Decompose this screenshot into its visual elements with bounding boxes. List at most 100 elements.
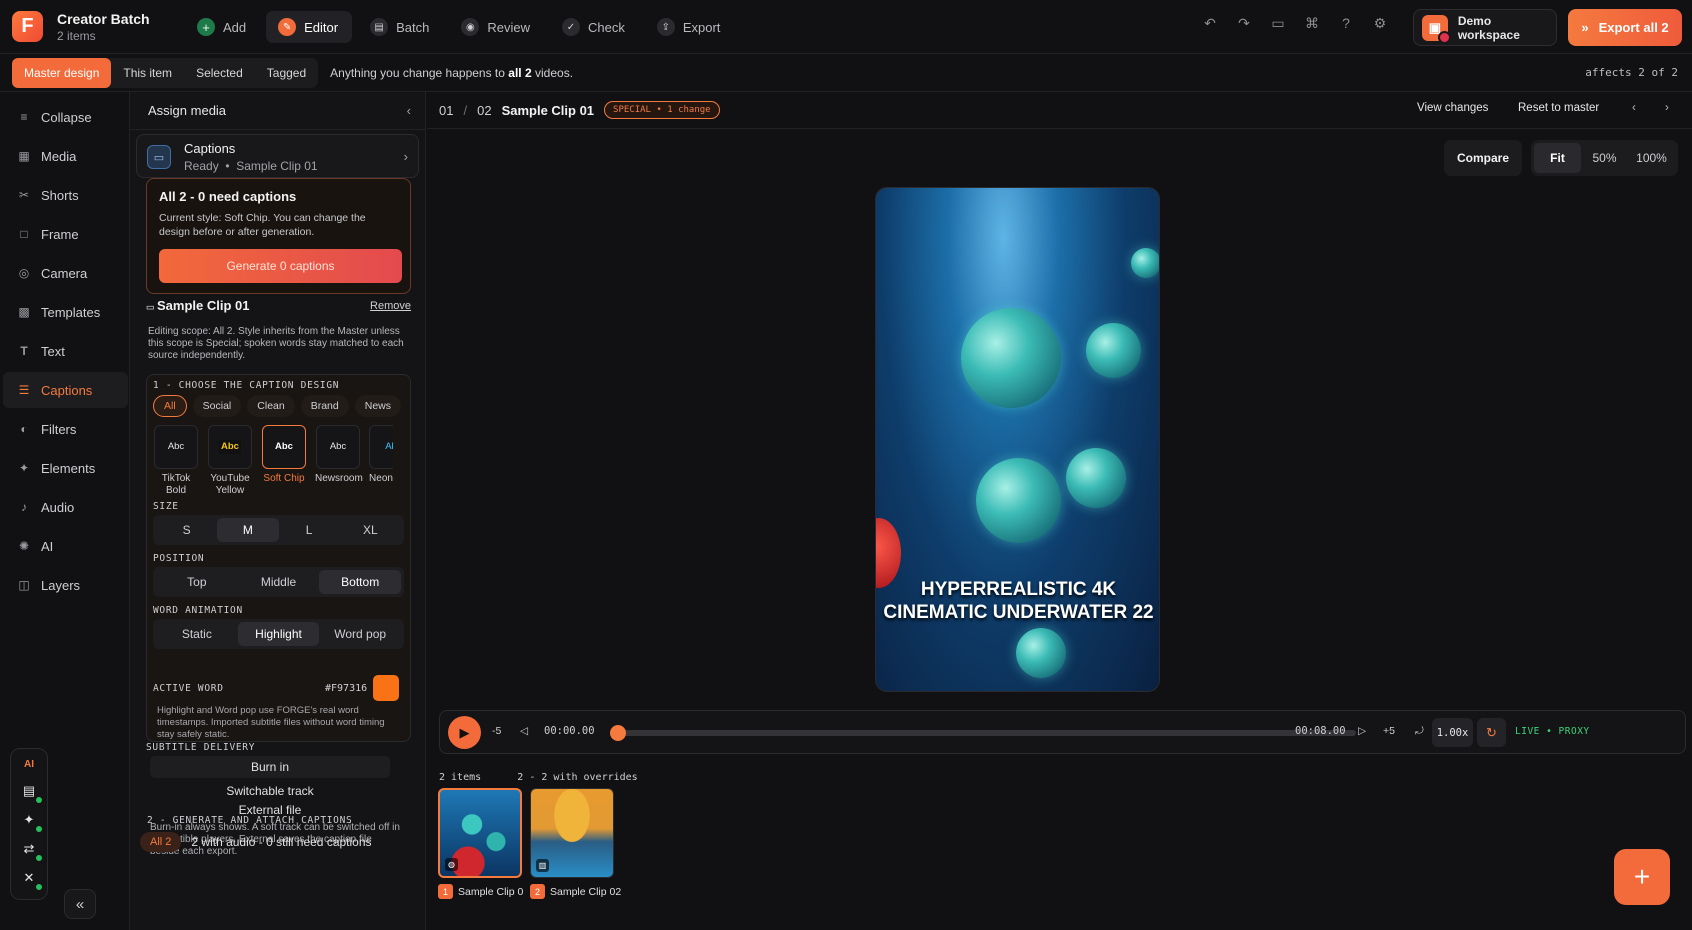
size-xl[interactable]: XL — [340, 518, 401, 542]
skip-back-button[interactable]: -5 — [492, 725, 501, 737]
scope-this-item[interactable]: This item — [111, 58, 184, 88]
zoom-50[interactable]: 50% — [1581, 143, 1628, 173]
generate-scope-chip[interactable]: All 2 — [140, 832, 182, 852]
prev-frame-icon[interactable]: ◁ — [520, 725, 528, 737]
sidebar-item-layers[interactable]: ◫ Layers — [3, 567, 128, 603]
style-soft-chip[interactable]: Abc Soft Chip — [261, 425, 307, 497]
sidebar-item-media[interactable]: ▦ Media — [3, 138, 128, 174]
tools-icon[interactable]: ✕ — [21, 870, 42, 890]
clip-thumbnail-2[interactable]: ▥ — [530, 788, 614, 878]
size-l[interactable]: L — [279, 518, 340, 542]
size-m[interactable]: M — [217, 518, 279, 542]
position-middle[interactable]: Middle — [238, 570, 320, 594]
clip-number: 2 — [530, 884, 545, 899]
style-neon[interactable]: Ab Neon — [369, 425, 393, 497]
playhead-handle[interactable] — [610, 725, 626, 741]
video-preview[interactable]: HYPERREALISTIC 4K CINEMATIC UNDERWATER 2… — [875, 187, 1160, 692]
animation-highlight[interactable]: Highlight — [237, 622, 320, 646]
generate-captions-button[interactable]: Generate 0 captions — [159, 249, 402, 283]
sidebar-item-collapse[interactable]: ≡ Collapse — [3, 99, 128, 135]
sidebar-item-frame[interactable]: □ Frame — [3, 216, 128, 252]
skip-forward-button[interactable]: +5 — [1383, 725, 1395, 737]
view-changes-button[interactable]: View changes — [1417, 102, 1488, 114]
chip-news[interactable]: News — [354, 395, 402, 417]
tab-batch-label: Batch — [396, 19, 430, 35]
sparkle-icon[interactable]: ✦ — [21, 812, 42, 832]
tab-add[interactable]: + Add — [185, 11, 260, 43]
animation-word-pop[interactable]: Word pop — [319, 622, 401, 646]
monitor-icon[interactable]: ▭ — [1268, 15, 1288, 32]
chip-clean[interactable]: Clean — [247, 395, 295, 417]
sidebar-item-text[interactable]: T Text — [3, 333, 128, 369]
sidebar-item-templates[interactable]: ▩ Templates — [3, 294, 128, 330]
scope-master-design[interactable]: Master design — [12, 58, 112, 88]
undo-icon[interactable]: ↶ — [1200, 15, 1220, 32]
sidebar-item-elements[interactable]: ✦ Elements — [3, 450, 128, 486]
clip-thumbnail-1[interactable]: ◍ — [438, 788, 522, 878]
size-s[interactable]: S — [156, 518, 217, 542]
next-frame-icon[interactable]: ▷ — [1358, 725, 1366, 737]
style-tiktok-bold[interactable]: Abc TikTok Bold — [153, 425, 199, 497]
microbe-shape — [1131, 248, 1159, 278]
add-fab-button[interactable]: + — [1614, 849, 1670, 905]
shuffle-icon[interactable]: ⇄ — [21, 841, 42, 861]
tab-review[interactable]: ◉ Review — [449, 11, 544, 43]
loop-icon[interactable]: ⤾ — [1415, 725, 1424, 738]
compare-button[interactable]: Compare — [1444, 140, 1522, 176]
animation-static[interactable]: Static — [156, 622, 238, 646]
gear-icon[interactable]: ⚙ — [1370, 15, 1390, 32]
chat-icon[interactable]: ▤ — [21, 783, 42, 803]
zoom-100[interactable]: 100% — [1628, 143, 1675, 173]
sidebar-item-filters[interactable]: ◐ Filters — [3, 411, 128, 447]
tab-check[interactable]: ✓ Check — [550, 11, 639, 43]
chip-brand[interactable]: Brand — [300, 395, 349, 417]
style-youtube-yellow[interactable]: Abc YouTube Yellow — [207, 425, 253, 497]
next-clip-icon[interactable]: › — [1665, 102, 1669, 114]
tab-editor[interactable]: ✎ Editor — [266, 11, 353, 43]
sidebar-item-label: Media — [41, 148, 77, 164]
sidebar-item-captions[interactable]: ☰ Captions — [3, 372, 128, 408]
speed-selector[interactable]: 1.00x — [1432, 718, 1473, 747]
generate-section-label: 2 - GENERATE AND ATTACH CAPTIONS — [147, 815, 353, 826]
style-name: Neon — [369, 473, 393, 484]
item-count: 2 items — [57, 28, 96, 43]
tab-editor-label: Editor — [304, 19, 339, 35]
templates-icon: ▩ — [18, 305, 30, 319]
delivery-burn-in[interactable]: Burn in — [150, 756, 390, 778]
special-badge[interactable]: SPECIAL • 1 change — [604, 101, 720, 119]
reset-to-master-button[interactable]: Reset to master — [1518, 102, 1599, 114]
sidebar-item-camera[interactable]: ◎ Camera — [3, 255, 128, 291]
position-top[interactable]: Top — [156, 570, 238, 594]
export-all-button[interactable]: » Export all 2 — [1568, 9, 1682, 46]
workspace-switcher[interactable]: ▣ Demo workspace — [1413, 9, 1557, 46]
timeline-track[interactable] — [616, 730, 1356, 736]
prev-clip-icon[interactable]: ‹ — [1632, 102, 1636, 114]
redo-icon[interactable]: ↷ — [1234, 15, 1254, 32]
chevron-left-icon[interactable]: ‹ — [407, 103, 411, 118]
sidebar-item-audio[interactable]: ♪ Audio — [3, 489, 128, 525]
remove-link[interactable]: Remove — [370, 300, 411, 312]
zoom-fit[interactable]: Fit — [1534, 143, 1581, 173]
sidebar-item-shorts[interactable]: ✂ Shorts — [3, 177, 128, 213]
sidebar-item-label: Shorts — [41, 187, 79, 203]
shortcuts-icon[interactable]: ⌘ — [1302, 15, 1322, 32]
position-bottom[interactable]: Bottom — [319, 570, 402, 594]
tab-batch[interactable]: ▤ Batch — [358, 11, 443, 43]
captions-card[interactable]: ▭ Captions Ready • Sample Clip 01 › — [136, 134, 419, 178]
plus-icon: + — [197, 18, 215, 36]
help-icon[interactable]: ? — [1336, 15, 1356, 32]
active-word-color-swatch[interactable] — [373, 675, 399, 701]
collapse-sidebar-button[interactable]: « — [64, 889, 96, 919]
style-newsroom[interactable]: Abc Newsroom — [315, 425, 363, 497]
style-preview: Abc — [208, 425, 252, 469]
tab-export[interactable]: ⇪ Export — [645, 11, 735, 43]
chip-social[interactable]: Social — [192, 395, 242, 417]
tab-check-label: Check — [587, 19, 625, 35]
chip-all[interactable]: All — [153, 395, 187, 417]
sidebar-item-ai[interactable]: ✺ AI — [3, 528, 128, 564]
captions-card-title: Captions — [184, 141, 236, 156]
scope-tagged[interactable]: Tagged — [255, 58, 318, 88]
play-button[interactable]: ▶ — [448, 716, 481, 749]
refresh-icon[interactable]: ↻ — [1477, 718, 1506, 747]
scope-selected[interactable]: Selected — [184, 58, 255, 88]
